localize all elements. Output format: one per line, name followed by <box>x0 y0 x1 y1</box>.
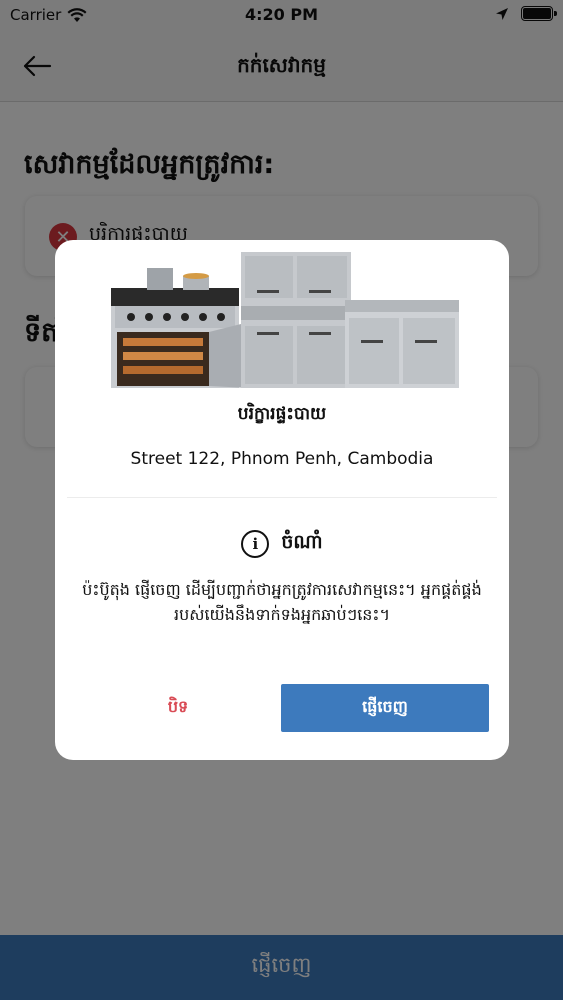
note-header: i ចំណាំ <box>55 530 509 558</box>
close-button[interactable]: បិទ <box>85 684 271 732</box>
info-icon: i <box>241 530 270 558</box>
note-body: ប៉ះប៊ូតុង ផ្ញើចេញ ដើម្បីបញ្ជាក់ថាអ្នកត្រ… <box>82 580 482 624</box>
submit-button[interactable]: ផ្ញើចេញ <box>281 684 489 732</box>
confirm-dialog: បរិក្ខារផ្ទះបាយ Street 122, Phnom Penh, … <box>55 240 509 760</box>
service-image <box>109 252 461 388</box>
divider <box>67 497 497 498</box>
dialog-address: Street 122, Phnom Penh, Cambodia <box>130 449 434 469</box>
note-title: ចំណាំ <box>281 531 323 553</box>
dialog-service-title: បរិក្ខារផ្ទះបាយ <box>237 404 327 424</box>
